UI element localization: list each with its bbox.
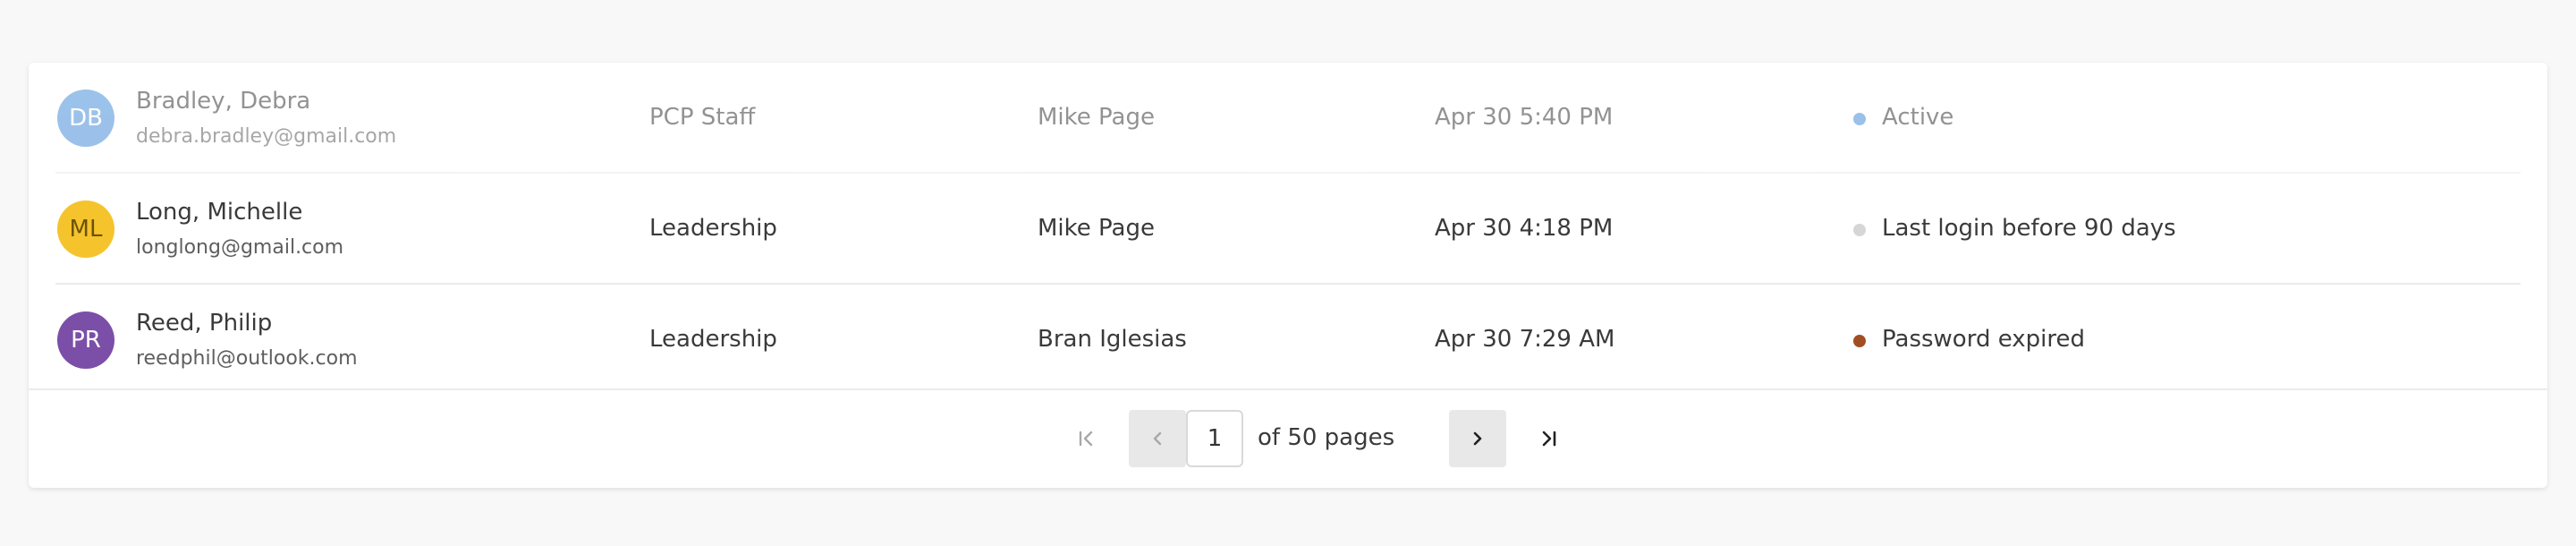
user-name: Long, Michelle: [136, 199, 303, 226]
avatar-initials: ML: [69, 216, 103, 243]
next-page-button[interactable]: [1449, 410, 1506, 467]
user-role: Leadership: [649, 215, 777, 242]
user-name: Bradley, Debra: [136, 88, 311, 115]
user-role: Leadership: [649, 326, 777, 353]
chevron-right-icon: [1473, 431, 1482, 446]
user-name: Reed, Philip: [136, 310, 273, 337]
table-row[interactable]: PR Reed, Philip reedphil@outlook.com Lea…: [29, 285, 2547, 388]
user-owner: Bran Iglesias: [1038, 326, 1187, 353]
user-email: longlong@gmail.com: [136, 236, 344, 259]
previous-page-button[interactable]: [1129, 410, 1186, 467]
first-page-icon: [1079, 431, 1093, 447]
first-page-button[interactable]: [1057, 410, 1114, 467]
user-last-activity: Apr 30 5:40 PM: [1435, 104, 1614, 131]
table-row[interactable]: DB Bradley, Debra debra.bradley@gmail.co…: [29, 63, 2547, 174]
last-page-icon: [1542, 431, 1556, 447]
user-role: PCP Staff: [649, 104, 756, 131]
users-table-body: DB Bradley, Debra debra.bradley@gmail.co…: [29, 63, 2547, 388]
status-dot: [1853, 335, 1866, 347]
chevron-left-icon: [1153, 431, 1162, 446]
user-last-activity: Apr 30 4:18 PM: [1435, 215, 1614, 242]
status-label: Password expired: [1882, 326, 2085, 353]
avatar: ML: [57, 200, 114, 258]
status-label: Active: [1882, 104, 1954, 131]
user-owner: Mike Page: [1038, 215, 1155, 242]
users-table-card: DB Bradley, Debra debra.bradley@gmail.co…: [29, 63, 2547, 488]
last-page-button[interactable]: [1521, 410, 1578, 467]
avatar: PR: [57, 311, 114, 369]
table-row[interactable]: ML Long, Michelle longlong@gmail.com Lea…: [29, 174, 2547, 285]
status-dot: [1853, 113, 1866, 125]
avatar-initials: DB: [69, 105, 103, 132]
pagination-bar: of 50 pages: [29, 388, 2547, 488]
user-last-activity: Apr 30 7:29 AM: [1435, 326, 1615, 353]
user-owner: Mike Page: [1038, 104, 1155, 131]
status-label: Last login before 90 days: [1882, 215, 2176, 242]
page-count-label: of 50 pages: [1258, 424, 1395, 451]
user-email: debra.bradley@gmail.com: [136, 125, 397, 148]
avatar-initials: PR: [71, 327, 101, 354]
page-number-input[interactable]: [1186, 410, 1243, 467]
status-dot: [1853, 224, 1866, 236]
user-email: reedphil@outlook.com: [136, 347, 358, 370]
avatar: DB: [57, 90, 114, 147]
